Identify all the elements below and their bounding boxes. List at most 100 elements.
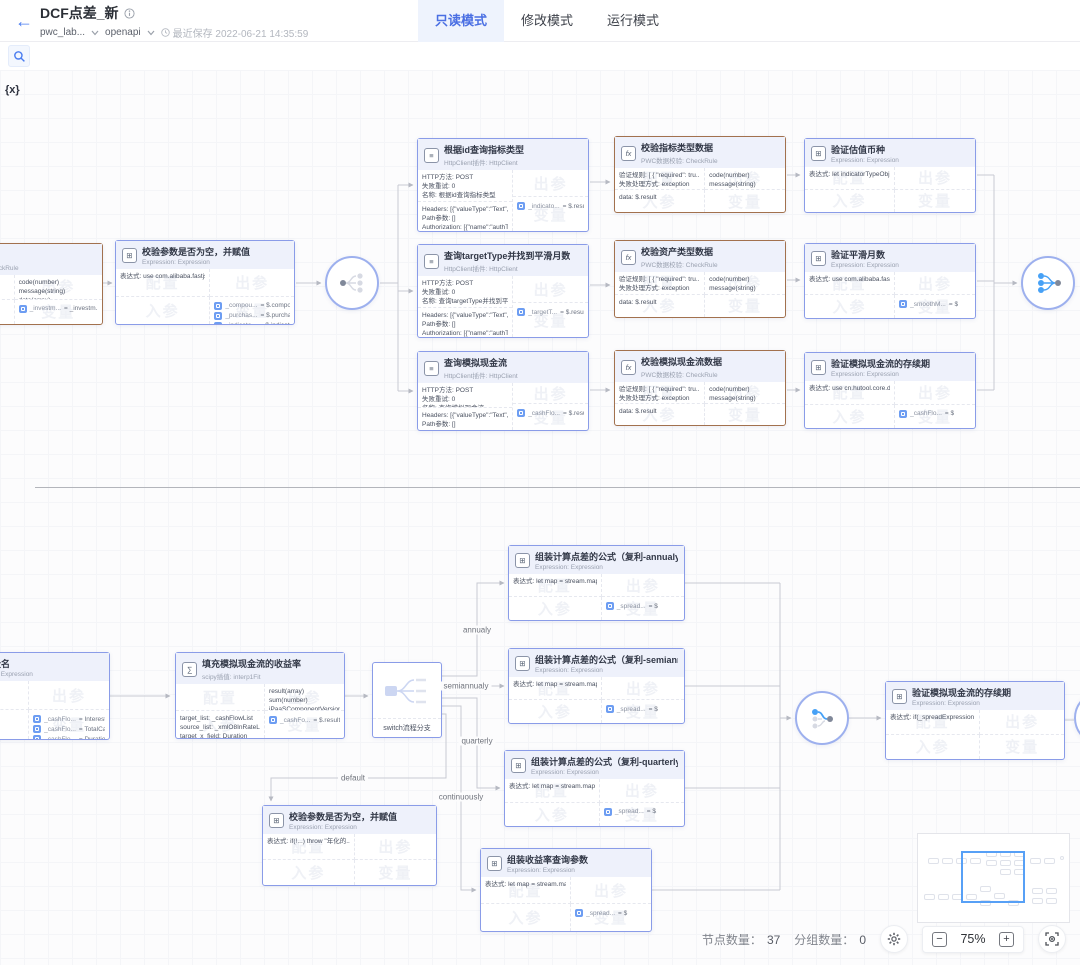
- check-cashflow-data[interactable]: fx校验模拟现金流数据PWC数据校验: CheckRule配置验证规则: [ {…: [614, 350, 786, 426]
- variable-chip: _cashFlo...= $: [899, 410, 971, 418]
- watermark-variable: 变量: [355, 860, 436, 886]
- expr-formula-semiannualy[interactable]: ⊞组装计算点差的公式（复利-semiannualy）Expression: Ex…: [508, 648, 685, 724]
- expr-formula-quarterly[interactable]: ⊞组装计算点差的公式（复利-quarterly）Expression: Expr…: [504, 750, 685, 827]
- node-titles: 校验数据PWC数据校验: CheckRule: [0, 248, 19, 272]
- node-cell: 出参: [513, 170, 588, 197]
- back-button[interactable]: ←: [12, 9, 36, 33]
- switch-branch[interactable]: switch流程分支: [372, 662, 442, 738]
- expr-validate-currency[interactable]: ⊞验证估值币种Expression: Expression配置表达式: let …: [804, 138, 976, 213]
- variable-chips: _targetT...= $.result.data: [517, 308, 584, 316]
- watermark-output: 出参: [895, 167, 975, 189]
- expr-reset-fields-partial[interactable]: ⊞重置字段名Expression: Expression配置Rate =...出…: [0, 652, 110, 740]
- node-cell: 变量_cashFlo...= $.result.dat...: [513, 404, 588, 430]
- node-title: 验证模拟现金流的存续期: [831, 357, 930, 370]
- node-cell: 入参data: $.result: [615, 190, 705, 212]
- node-body: 配置Rate =...出参入参变量_cashFlo...= InterestRa…: [0, 681, 109, 739]
- tab-run-mode[interactable]: 运行模式: [590, 0, 676, 42]
- config-line: result(array): [269, 687, 340, 696]
- variable-chip: _cashFlo...= TotalCashF...: [33, 725, 105, 733]
- chip-value: = $: [618, 910, 627, 917]
- watermark-input: 入参: [481, 904, 570, 931]
- node-body: 配置出参code(number)message(string)data(arra…: [0, 275, 102, 324]
- check-indicator-type-data[interactable]: fx校验指标类型数据PWC数据校验: CheckRule配置验证规则: [ { …: [614, 136, 786, 213]
- switch-icon: [382, 674, 432, 708]
- node-cell: 变量_cashFlo...= $: [895, 405, 975, 429]
- expr-validate-duration-lower[interactable]: ⊞验证模拟现金流的存续期Expression: Expression配置表达式:…: [885, 681, 1065, 760]
- search-button[interactable]: [8, 45, 30, 67]
- node-subtitle: Expression: Expression: [535, 564, 678, 571]
- expr-check-params-upper[interactable]: ⊞校验参数是否为空，并赋值Expression: Expression配置表达式…: [115, 240, 295, 325]
- expr-validate-duration-upper[interactable]: ⊞验证模拟现金流的存续期Expression: Expression配置表达式:…: [804, 352, 976, 429]
- node-title: 校验数据: [0, 248, 19, 261]
- config-line: target_x_field: Duration: [180, 732, 260, 738]
- node-subtitle: Expression: Expression: [507, 867, 588, 874]
- node-header: ⊞组装计算点差的公式（复利-semiannualy）Expression: Ex…: [509, 649, 684, 677]
- chip-name: _cashFlo...: [910, 410, 942, 417]
- join-circle-upper[interactable]: [1021, 256, 1075, 310]
- circle-partial-right[interactable]: [1074, 691, 1080, 745]
- expr-build-yield-query[interactable]: ⊞组装收益率查询参数Expression: Expression配置表达式: l…: [480, 848, 652, 932]
- breadcrumb-api[interactable]: openapi: [105, 27, 141, 38]
- http-query-indicator-type[interactable]: ≡根据id查询指标类型HttpClient插件: HttpClientHTTP方…: [417, 138, 589, 232]
- http-query-target-type[interactable]: ≡查询targetType并找到平滑月数HttpClient插件: HttpCl…: [417, 244, 589, 338]
- watermark-variable: 变量: [895, 190, 975, 213]
- fork-circle-upper[interactable]: [325, 256, 379, 310]
- config-line: 失败处理方式: exception: [619, 284, 700, 293]
- chip-name: _smoothM...: [910, 301, 946, 308]
- last-saved: 最近保存 2022-06-21 14:35:59: [161, 25, 309, 40]
- minimap-node: [924, 894, 935, 900]
- node-header: fx校验数据PWC数据校验: CheckRule: [0, 244, 102, 275]
- tab-edit-mode[interactable]: 修改模式: [504, 0, 590, 42]
- minimap-node: [1046, 888, 1057, 894]
- http-query-cashflow[interactable]: ≡查询模拟现金流HttpClient插件: HttpClientHTTP方法: …: [417, 351, 589, 431]
- join-circle-lower[interactable]: [795, 691, 849, 745]
- zoom-out-button[interactable]: −: [932, 932, 947, 947]
- info-icon[interactable]: [124, 8, 135, 19]
- scipy-fill-yield[interactable]: ∑填充模拟现金流的收益率scipy插值: interp1Fit配置出参resul…: [175, 652, 345, 739]
- node-subtitle: PWC数据校验: CheckRule: [0, 262, 19, 272]
- variable-chips: _smoothM...= $: [899, 300, 971, 308]
- minimap-viewport[interactable]: [961, 851, 1025, 903]
- switch-icon-area: [373, 663, 441, 719]
- node-cell: 变量_indicato...= $.result.data: [513, 197, 588, 231]
- node-cell: 配置表达式: use com.alibaba.fastjson...: [805, 272, 895, 295]
- minimap[interactable]: [917, 833, 1070, 923]
- chip-value: = InterestRate: [79, 716, 105, 723]
- watermark-input: 入参: [263, 860, 354, 886]
- node-body: 配置表达式: let map = stream.map()...出参入参变量_s…: [509, 574, 684, 620]
- node-header: fx校验模拟现金流数据PWC数据校验: CheckRule: [615, 351, 785, 382]
- node-title: 查询targetType并找到平滑月数: [444, 249, 570, 262]
- flow-canvas[interactable]: fx校验数据PWC数据校验: CheckRule配置出参code(number)…: [0, 70, 1080, 965]
- node-config-column: HTTP方法: POST失败重试: 0名称: 查询模拟现金流ConnectTim…: [418, 383, 513, 430]
- node-title: 组装收益率查询参数: [507, 853, 588, 866]
- node-titles: 验证模拟现金流的存续期Expression: Expression: [831, 357, 930, 378]
- node-cell: 变量_smoothM...= $: [895, 295, 975, 318]
- node-cell: 入参data: $.result: [615, 295, 705, 318]
- node-cell: 变量_compou...= $.compoun..._purchas...= $…: [210, 297, 294, 325]
- node-cell: 入参: [805, 405, 895, 429]
- breadcrumb-project[interactable]: pwc_lab...: [40, 27, 85, 38]
- config-line: Path参数: []: [422, 214, 508, 223]
- saved-text: 最近保存 2022-06-21 14:35:59: [173, 25, 309, 40]
- node-cell: 入参: [505, 803, 600, 827]
- expr-formula-annualy[interactable]: ⊞组装计算点差的公式（复利-annualy）Expression: Expres…: [508, 545, 685, 621]
- variables-button[interactable]: {x}: [5, 84, 20, 96]
- expr-check-params-lower[interactable]: ⊞校验参数是否为空，并赋值Expression: Expression配置表达式…: [262, 805, 437, 886]
- node-titles: 校验资产类型数据PWC数据校验: CheckRule: [641, 245, 718, 269]
- expr-validate-smooth-months[interactable]: ⊞验证平滑月数Expression: Expression配置表达式: use …: [804, 243, 976, 319]
- fit-view-button[interactable]: [1038, 925, 1066, 953]
- node-title: 验证模拟现金流的存续期: [912, 686, 1011, 699]
- check-node-partial-left[interactable]: fx校验数据PWC数据校验: CheckRule配置出参code(number)…: [0, 243, 103, 325]
- node-cell: 出参result(array)sum(number)iPaaSComponent…: [265, 684, 344, 711]
- settings-button[interactable]: [880, 925, 908, 953]
- check-asset-type-data[interactable]: fx校验资产类型数据PWC数据校验: CheckRule配置验证规则: [ { …: [614, 240, 786, 318]
- node-body: 配置表达式: if(!...) throw "年化的...出参入参变量: [263, 834, 436, 885]
- edge-label-annualy: annualy: [460, 626, 494, 635]
- tab-readonly-mode[interactable]: 只读模式: [418, 0, 504, 42]
- minimap-node: [1046, 898, 1057, 904]
- node-cell: 配置表达式: use com.alibaba.fastjson...: [116, 269, 210, 297]
- config-group: HTTP方法: POST失败重试: 0名称: 查询targetType并找到平滑…: [418, 276, 512, 308]
- config-line: 表达式: if(!...) throw "年化的...: [267, 837, 350, 846]
- zoom-in-button[interactable]: +: [999, 932, 1014, 947]
- watermark-input: 入参: [805, 190, 894, 213]
